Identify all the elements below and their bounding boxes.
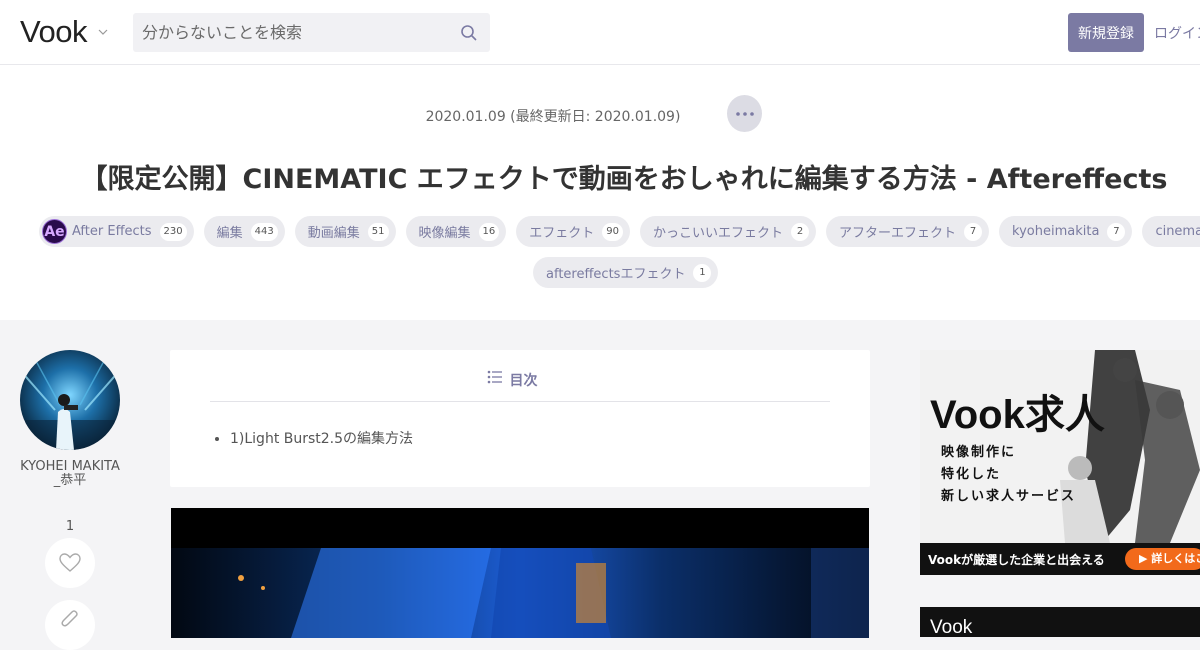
tag-item[interactable]: アフターエフェクト 7 [826,216,990,247]
vook-logo[interactable]: Vook [20,14,87,50]
tag-count: 1 [693,263,712,282]
tag-after-effects[interactable]: Ae After Effects 230 [39,216,194,247]
article-header: 2020.01.09 (最終更新日: 2020.01.09) 【限定公開】CIN… [0,65,1200,320]
tag-count: 7 [1107,222,1126,241]
chevron-down-icon[interactable] [98,27,108,37]
tag-label: kyoheimakita [1012,224,1100,239]
search-input[interactable] [133,13,453,52]
toc-heading: 目次 [509,373,538,389]
tag-item[interactable]: かっこいいエフェクト 2 [640,216,817,247]
tag-count: 443 [250,222,278,241]
heart-icon [59,553,81,572]
ad-footer-bar: Vookが厳選した企業と出会える ▶ 詳しくはこちら [920,543,1200,575]
ad-title: Vook求人 [930,393,1105,437]
ad-logo: Vook [930,617,973,637]
more-options-button[interactable] [727,95,762,132]
video-frame-image [171,508,869,638]
tag-label: 映像編集 [418,226,471,241]
like-count: 1 [65,519,75,534]
tag-count: 51 [367,222,389,241]
after-effects-icon: Ae [42,219,67,244]
tag-label: 編集 [216,226,243,241]
toc-item[interactable]: 1)Light Burst2.5の編集方法 [230,428,413,448]
tag-label: かっこいいエフェクト [653,226,784,241]
tag-label: aftereffectsエフェクト [546,267,686,282]
tag-label: アフターエフェクト [839,226,957,241]
tag-list-row2: aftereffectsエフェクト 1 [533,257,719,288]
search-box [133,13,490,52]
page-title: 【限定公開】CINEMATIC エフェクトで動画をおしゃれに編集する方法 - A… [80,164,1168,195]
tag-label: After Effects [72,224,152,239]
tag-label: 動画編集 [307,226,360,241]
tag-count: 16 [478,222,500,241]
tag-item[interactable]: aftereffectsエフェクト 1 [533,257,719,288]
tag-item[interactable]: 映像編集 16 [405,216,507,247]
tag-label: エフェクト [529,226,595,241]
ellipsis-icon [735,111,754,116]
ad-bar-text: Vookが厳選した企業と出会える [928,553,1105,567]
avatar[interactable] [20,350,120,450]
toc-header[interactable]: 目次 [210,370,830,402]
tag-count: 2 [791,222,810,241]
job-ad-banner[interactable]: Vook求人 映像制作に 特化した 新しい求人サービス Vookが厳選した企業と… [920,350,1200,575]
author-name[interactable]: KYOHEI MAKITA_恭平 [20,460,120,488]
tag-list: Ae After Effects 230 編集 443 動画編集 51 映像編集 16… [39,216,1200,247]
toc-list: 1)Light Burst2.5の編集方法 [230,428,413,448]
tag-item[interactable]: 動画編集 51 [294,216,396,247]
login-link[interactable]: ログイン [1154,23,1200,43]
video-thumbnail[interactable] [171,508,869,638]
publish-date: 2020.01.09 (最終更新日: 2020.01.09) [425,109,681,125]
tag-count: 7 [964,222,983,241]
paperclip-icon [61,610,78,627]
ad-line: 特化した [941,467,1002,482]
tag-label: cinematic [1155,224,1200,239]
tag-item[interactable]: cinematic11 [1142,216,1200,247]
list-icon [487,370,502,384]
avatar-image [20,350,120,450]
tag-count: 90 [602,222,623,241]
tag-item[interactable]: 編集 443 [203,216,285,247]
tag-item[interactable]: エフェクト 90 [516,216,630,247]
ad-line: 新しい求人サービス [941,489,1077,504]
tag-count: 230 [159,222,187,241]
ad-subtitle: 映像制作に 特化した 新しい求人サービス [941,442,1076,508]
tag-item[interactable]: kyoheimakita 7 [999,216,1133,247]
search-icon[interactable] [460,24,478,42]
like-button[interactable] [45,538,95,588]
clip-button[interactable] [45,600,95,650]
signup-button[interactable]: 新規登録 [1068,13,1144,52]
top-header: Vook 新規登録 ログイン [0,0,1200,65]
table-of-contents: 目次 1)Light Burst2.5の編集方法 [170,350,870,487]
ad-line: 映像制作に [941,445,1017,460]
second-ad-banner[interactable]: Vook [920,607,1200,637]
author-card: KYOHEI MAKITA_恭平 [20,350,120,488]
ad-details-button[interactable]: ▶ 詳しくはこちら [1125,548,1200,570]
